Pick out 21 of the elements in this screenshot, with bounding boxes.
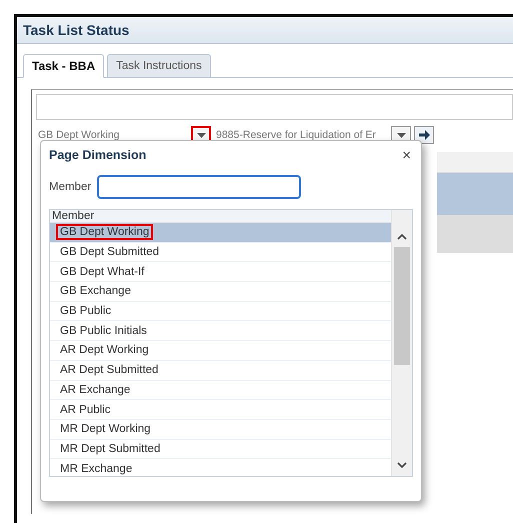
caret-icon xyxy=(196,132,206,138)
tab[interactable]: Task - BBA xyxy=(23,54,104,78)
scrollbar[interactable] xyxy=(391,210,412,476)
list-item[interactable]: AR Exchange xyxy=(50,380,391,400)
member-input-field[interactable] xyxy=(97,175,302,199)
go-button[interactable] xyxy=(414,126,434,144)
page-selector-value: GB Dept Working xyxy=(37,129,121,141)
chevron-up-icon xyxy=(397,234,407,240)
caret-icon xyxy=(396,132,406,138)
close-button[interactable]: × xyxy=(400,146,413,164)
list-item[interactable]: MR Dept Submitted xyxy=(50,440,391,460)
member-label: Member xyxy=(49,181,92,193)
dialog-title: Page Dimension xyxy=(49,148,146,162)
list-item[interactable]: GB Dept Working xyxy=(50,223,391,243)
tab[interactable]: Task Instructions xyxy=(107,54,211,78)
column-header: Member xyxy=(50,210,391,223)
list-item[interactable]: GB Dept Submitted xyxy=(50,242,391,262)
page-selector-value: 9885-Reserve for Liquidation of Er xyxy=(215,129,377,141)
chevron-down-icon xyxy=(397,462,407,468)
arrow-right-icon xyxy=(418,130,430,140)
window-title: Task List Status xyxy=(23,22,130,38)
